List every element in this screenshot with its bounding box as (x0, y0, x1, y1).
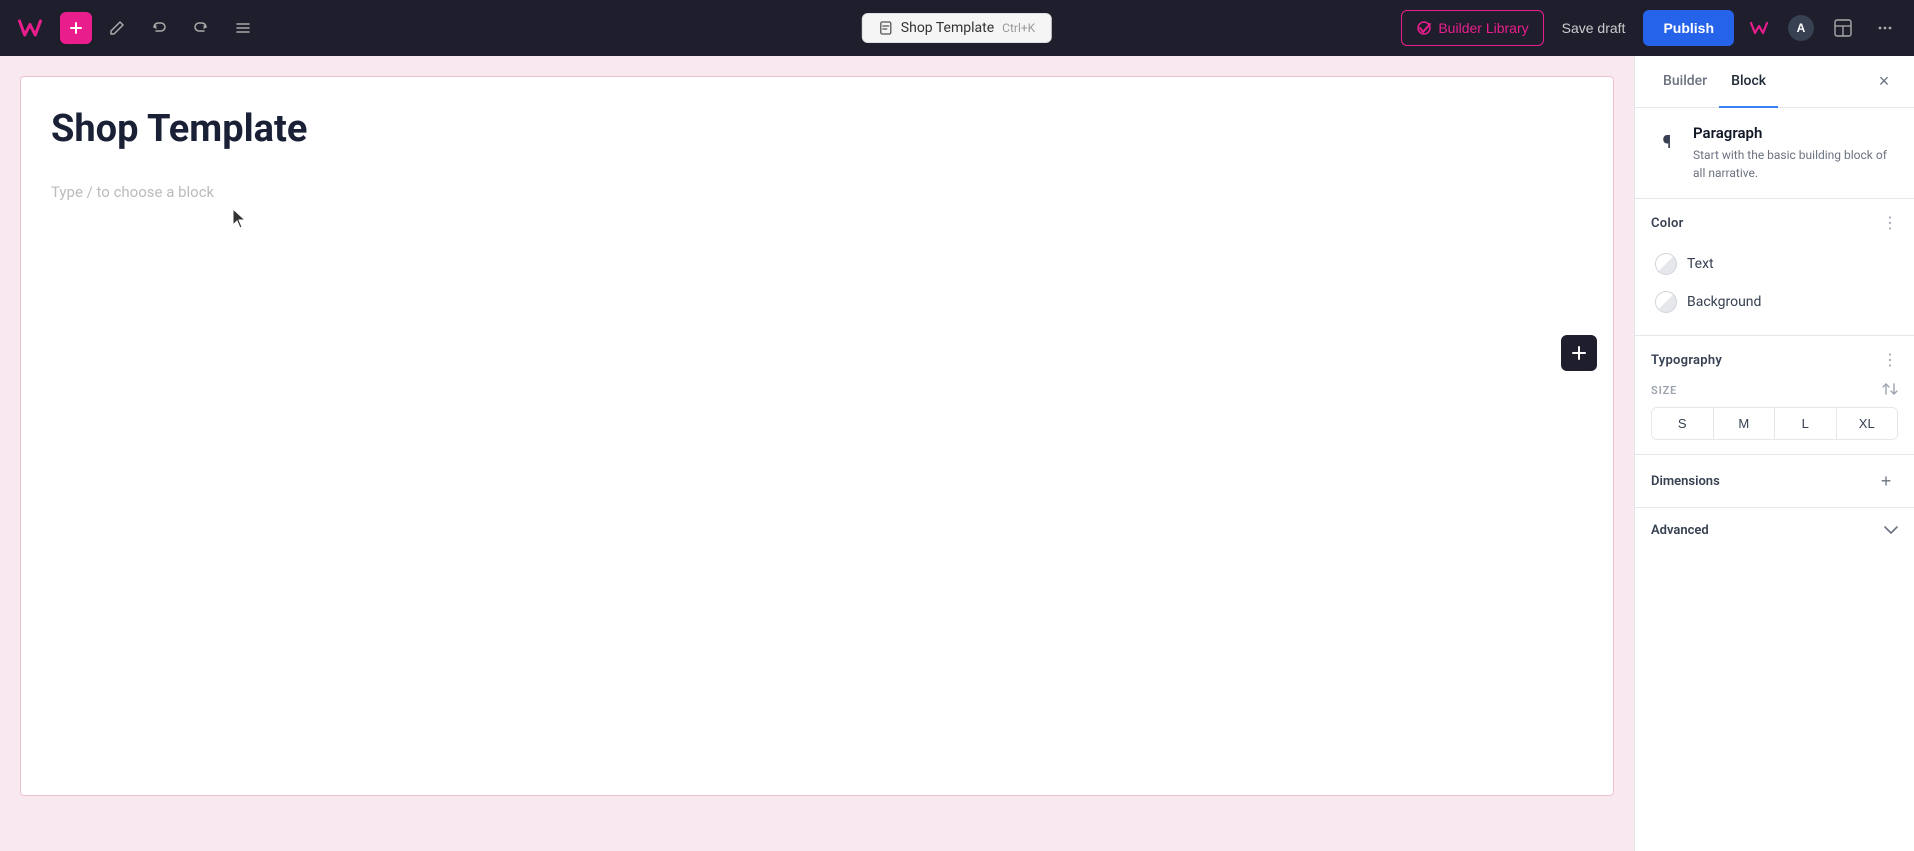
dots-icon: ⋮ (1882, 213, 1898, 233)
dimensions-section: Dimensions + (1635, 455, 1914, 508)
advanced-chevron-button[interactable] (1884, 522, 1898, 538)
typography-dots-icon: ⋮ (1882, 350, 1898, 370)
file-tab-title: Shop Template (901, 20, 994, 36)
main-area: Shop Template Type / to choose a block B… (0, 56, 1914, 851)
advanced-header[interactable]: Advanced (1651, 522, 1898, 538)
file-tab[interactable]: Shop Template Ctrl+K (862, 13, 1052, 43)
color-circle-background (1655, 291, 1677, 313)
advanced-section: Advanced (1635, 508, 1914, 552)
canvas-content[interactable]: Shop Template Type / to choose a block (20, 76, 1614, 796)
publish-button[interactable]: Publish (1643, 10, 1734, 46)
color-label-background: Background (1687, 294, 1761, 310)
color-section: Color ⋮ Text Background (1635, 199, 1914, 336)
canvas-area[interactable]: Shop Template Type / to choose a block (0, 56, 1634, 851)
woo-icon-button[interactable] (1742, 11, 1776, 45)
block-title: Paragraph (1693, 124, 1898, 142)
color-item-background[interactable]: Background (1651, 283, 1898, 321)
save-draft-button[interactable]: Save draft (1552, 10, 1636, 46)
size-btn-s[interactable]: S (1652, 408, 1714, 439)
typography-section-menu-button[interactable]: ⋮ (1882, 350, 1898, 370)
toolbar: Shop Template Ctrl+K Builder Library Sav… (0, 0, 1914, 56)
color-section-title: Color (1651, 216, 1684, 231)
panel-header: Builder Block × (1635, 56, 1914, 108)
typography-section-title: Typography (1651, 353, 1722, 368)
add-block-canvas-button[interactable] (1561, 335, 1597, 371)
builder-library-button[interactable]: Builder Library (1401, 10, 1543, 46)
logo (12, 10, 48, 46)
close-icon: × (1879, 71, 1890, 92)
save-draft-label: Save draft (1562, 20, 1626, 36)
file-tab-area: Shop Template Ctrl+K (862, 13, 1052, 43)
cursor-indicator (231, 207, 247, 231)
panel-close-button[interactable]: × (1870, 68, 1898, 96)
tab-block[interactable]: Block (1719, 56, 1778, 108)
file-tab-shortcut: Ctrl+K (1002, 21, 1035, 35)
tab-builder-label: Builder (1663, 73, 1707, 89)
builder-library-label: Builder Library (1438, 20, 1528, 36)
paragraph-icon: ¶ (1651, 126, 1683, 158)
tab-block-label: Block (1731, 73, 1766, 89)
menu-icon-button[interactable] (226, 11, 260, 45)
account-icon-button[interactable]: A (1784, 11, 1818, 45)
size-btn-xl[interactable]: XL (1837, 408, 1898, 439)
size-label-text: SIZE (1651, 384, 1677, 397)
right-panel: Builder Block × ¶ Paragraph Start with t… (1634, 56, 1914, 851)
block-info: ¶ Paragraph Start with the basic buildin… (1635, 108, 1914, 199)
color-item-text[interactable]: Text (1651, 245, 1898, 283)
size-btn-l[interactable]: L (1775, 408, 1837, 439)
more-options-button[interactable] (1868, 11, 1902, 45)
dimensions-add-button[interactable]: + (1874, 469, 1898, 493)
color-section-menu-button[interactable]: ⋮ (1882, 213, 1898, 233)
size-adjust-button[interactable] (1882, 382, 1898, 399)
redo-button[interactable] (184, 11, 218, 45)
color-circle-text (1655, 253, 1677, 275)
tab-builder[interactable]: Builder (1651, 56, 1719, 108)
canvas-placeholder: Type / to choose a block (51, 183, 1583, 201)
publish-label: Publish (1663, 20, 1714, 36)
typography-section: Typography ⋮ SIZE S M (1635, 336, 1914, 455)
dimensions-add-icon: + (1881, 471, 1892, 492)
edit-icon-button[interactable] (100, 11, 134, 45)
dimensions-section-title: Dimensions (1651, 474, 1720, 489)
undo-button[interactable] (142, 11, 176, 45)
advanced-section-title: Advanced (1651, 523, 1709, 538)
size-btn-m[interactable]: M (1714, 408, 1776, 439)
toolbar-right: Builder Library Save draft Publish A (1401, 10, 1902, 46)
block-description: Start with the basic building block of a… (1693, 146, 1898, 182)
size-label-area: SIZE (1651, 382, 1898, 399)
add-block-toolbar-button[interactable] (60, 12, 92, 44)
size-buttons-group: S M L XL (1651, 407, 1898, 440)
layout-icon-button[interactable] (1826, 11, 1860, 45)
canvas-title: Shop Template (51, 107, 1583, 153)
color-label-text: Text (1687, 256, 1714, 272)
